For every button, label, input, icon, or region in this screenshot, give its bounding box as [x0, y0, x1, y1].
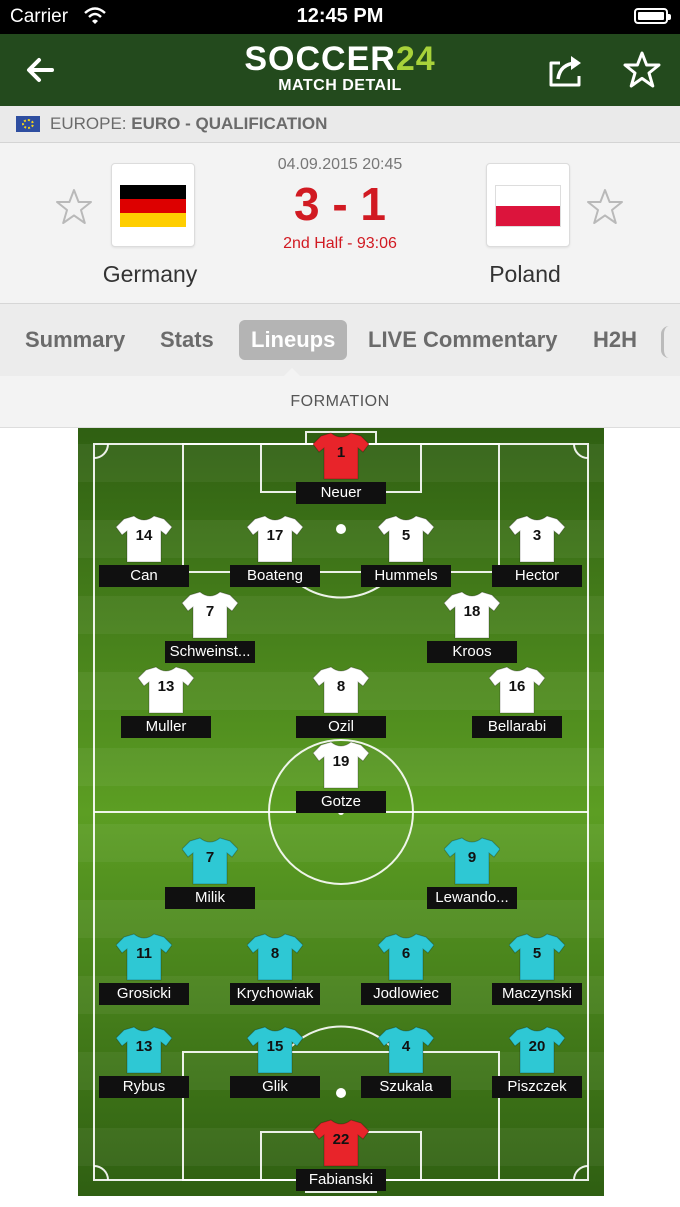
away-player[interactable]: 9 Lewando... [422, 835, 522, 915]
player-name: Can [99, 565, 189, 587]
tab-h2h[interactable]: H2H [593, 320, 637, 360]
europe-flag-icon [16, 116, 40, 132]
player-number: 19 [332, 753, 350, 770]
player-name: Fabianski [296, 1169, 386, 1191]
league-competition: EURO - QUALIFICATION [131, 114, 328, 133]
player-number: 8 [336, 678, 346, 695]
favorite-star-icon[interactable] [622, 50, 662, 90]
home-player[interactable]: 14 Can [94, 513, 194, 593]
clock: 12:45 PM [296, 5, 384, 27]
player-number: 6 [401, 945, 411, 962]
league-region: EUROPE: [50, 114, 127, 133]
player-number: 17 [266, 527, 284, 544]
share-icon[interactable] [546, 50, 586, 90]
tab-stats[interactable]: Stats [160, 320, 214, 360]
match-datetime: 04.09.2015 20:45 [277, 156, 403, 173]
home-team-name[interactable]: Germany [60, 261, 240, 288]
home-player[interactable]: 7 Schweinst... [160, 589, 260, 669]
pitch: 1 Neuer 14 Can 17 Boateng 5 Hummels 3 Hector 7 Schw… [78, 428, 604, 1196]
player-number: 11 [136, 945, 152, 962]
away-player[interactable]: 7 Milik [160, 835, 260, 915]
home-player[interactable]: 18 Kroos [422, 589, 522, 669]
nav-bar: SOCCER24 MATCH DETAIL [0, 34, 680, 106]
formation-header: FORMATION [0, 376, 680, 428]
away-player[interactable]: 15 Glik [225, 1024, 325, 1104]
player-name: Boateng [230, 565, 320, 587]
player-name: Bellarabi [472, 716, 562, 738]
away-player[interactable]: 8 Krychowiak [225, 931, 325, 1011]
player-name: Rybus [99, 1076, 189, 1098]
tab-scroll-edge [661, 326, 680, 358]
home-player[interactable]: 1 Neuer [291, 430, 391, 510]
player-number: 14 [135, 527, 153, 544]
away-player[interactable]: 4 Szukala [356, 1024, 456, 1104]
player-number: 16 [508, 678, 526, 695]
battery-icon [634, 8, 671, 24]
status-bar: Carrier 12:45 PM [0, 0, 680, 34]
league-name: EUROPE: EURO - QUALIFICATION [50, 114, 327, 134]
tab-bar: Summary Stats Lineups LIVE Commentary H2… [0, 303, 680, 377]
player-number: 5 [401, 527, 411, 544]
away-team-star-icon[interactable] [585, 187, 625, 227]
league-bar[interactable]: EUROPE: EURO - QUALIFICATION [0, 106, 680, 143]
player-number: 3 [532, 527, 542, 544]
away-team-flag[interactable] [486, 163, 570, 247]
player-number: 4 [401, 1038, 411, 1055]
tab-summary[interactable]: Summary [25, 320, 125, 360]
player-name: Grosicki [99, 983, 189, 1005]
away-player[interactable]: 20 Piszczek [487, 1024, 587, 1104]
player-number: 7 [205, 603, 215, 620]
player-name: Muller [121, 716, 211, 738]
player-name: Maczynski [492, 983, 582, 1005]
player-number: 18 [463, 603, 481, 620]
away-player[interactable]: 5 Maczynski [487, 931, 587, 1011]
player-number: 8 [270, 945, 280, 962]
home-player[interactable]: 19 Gotze [291, 739, 391, 819]
match-status: 2nd Half - 93:06 [283, 235, 397, 252]
tab-live-commentary[interactable]: LIVE Commentary [368, 320, 558, 360]
player-name: Schweinst... [165, 641, 255, 663]
home-player[interactable]: 3 Hector [487, 513, 587, 593]
player-name: Glik [230, 1076, 320, 1098]
player-number: 9 [467, 849, 477, 866]
formation-label: FORMATION [290, 393, 390, 410]
player-name: Neuer [296, 482, 386, 504]
player-number: 15 [266, 1038, 284, 1055]
home-player[interactable]: 8 Ozil [291, 664, 391, 744]
player-name: Kroos [427, 641, 517, 663]
match-header: Germany 04.09.2015 20:45 3 - 1 2nd Half … [0, 143, 680, 303]
home-player[interactable]: 16 Bellarabi [467, 664, 567, 744]
away-player[interactable]: 11 Grosicki [94, 931, 194, 1011]
player-number: 7 [205, 849, 215, 866]
player-number: 13 [135, 1038, 153, 1055]
player-name: Ozil [296, 716, 386, 738]
away-team-name[interactable]: Poland [435, 261, 615, 288]
away-player[interactable]: 6 Jodlowiec [356, 931, 456, 1011]
home-player[interactable]: 5 Hummels [356, 513, 456, 593]
player-number: 13 [157, 678, 175, 695]
player-name: Krychowiak [230, 983, 320, 1005]
logo-text: SOCCER [244, 40, 396, 78]
away-player[interactable]: 13 Rybus [94, 1024, 194, 1104]
player-number: 1 [336, 444, 346, 461]
poland-flag-icon [495, 185, 561, 227]
player-number: 22 [332, 1131, 350, 1148]
player-name: Milik [165, 887, 255, 909]
player-name: Jodlowiec [361, 983, 451, 1005]
home-player[interactable]: 13 Muller [116, 664, 216, 744]
player-name: Piszczek [492, 1076, 582, 1098]
player-number: 20 [528, 1038, 546, 1055]
player-name: Gotze [296, 791, 386, 813]
player-name: Hector [492, 565, 582, 587]
tab-lineups[interactable]: Lineups [239, 320, 348, 360]
player-name: Szukala [361, 1076, 451, 1098]
match-score: 3 - 1 [293, 178, 387, 230]
away-player[interactable]: 22 Fabianski [291, 1117, 391, 1197]
player-name: Hummels [361, 565, 451, 587]
player-name: Lewando... [427, 887, 517, 909]
player-number: 5 [532, 945, 542, 962]
home-player[interactable]: 17 Boateng [225, 513, 325, 593]
logo-number: 24 [395, 40, 436, 78]
